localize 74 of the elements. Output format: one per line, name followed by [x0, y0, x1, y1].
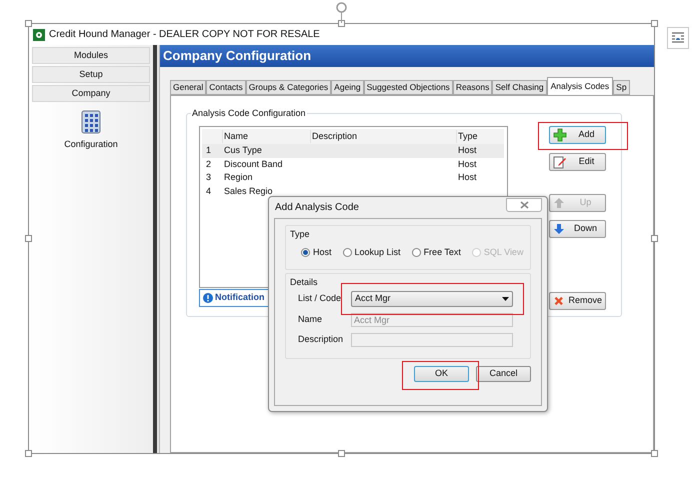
list-code-dropdown[interactable]: Acct Mgr [351, 291, 513, 307]
dropdown-caret-icon [502, 297, 509, 301]
sidebar-section-button[interactable]: Modules [32, 47, 150, 64]
column-header: Name [222, 130, 310, 144]
column-header: Description [310, 130, 456, 144]
table-row[interactable]: 2 Discount Band Host [202, 158, 504, 171]
resize-handle[interactable] [651, 450, 658, 457]
table-cell-text: Region [223, 171, 254, 184]
action-button[interactable]: Remove [549, 292, 606, 310]
tab[interactable]: Contacts [206, 80, 246, 95]
resize-handle[interactable] [651, 235, 658, 242]
tab[interactable]: Sp [613, 80, 630, 95]
resize-handle[interactable] [25, 20, 32, 27]
close-button[interactable] [506, 198, 542, 212]
action-button[interactable]: Edit [549, 153, 606, 171]
resize-handle[interactable] [338, 450, 345, 457]
table-cell-text: Discount Band [223, 158, 284, 170]
field-label: Name [298, 312, 324, 326]
tab[interactable]: Reasons [452, 80, 492, 95]
notepad-pencil-icon [553, 155, 567, 169]
tab[interactable]: Analysis Codes [546, 77, 614, 95]
action-button[interactable]: Down [549, 220, 606, 238]
row-number: 2 [205, 158, 212, 170]
resize-handle[interactable] [25, 450, 32, 457]
table-cell-text: Host [457, 158, 478, 170]
field-label: List / Code [298, 292, 342, 306]
table-cell-text: Host [457, 171, 478, 184]
tab[interactable]: General [170, 80, 206, 95]
table-row[interactable]: 4 Sales Regio [202, 184, 504, 198]
info-icon [203, 293, 213, 303]
tab[interactable]: Ageing [331, 80, 364, 95]
type-radio[interactable]: Host [301, 246, 332, 260]
up-arrow-icon [553, 197, 565, 209]
row-number: 1 [205, 144, 212, 157]
field-label: Description [298, 332, 344, 346]
tab[interactable]: Suggested Objections [364, 80, 453, 95]
down-arrow-icon [553, 223, 565, 235]
rotate-handle-icon[interactable] [335, 1, 348, 23]
tab[interactable]: Groups & Categories [246, 80, 332, 95]
close-icon [520, 200, 528, 208]
tab[interactable]: Self Chasing [492, 80, 547, 95]
resize-handle[interactable] [338, 20, 345, 27]
page-title: Company Configuration [163, 47, 312, 66]
text-wrap-icon [671, 32, 685, 44]
table-cell-text: Sales Regio [223, 184, 274, 198]
description-field[interactable] [351, 332, 513, 346]
group-title: Analysis Code Configuration [191, 107, 307, 119]
layout-options-button[interactable] [667, 27, 689, 49]
sidebar-section-button[interactable]: Company [32, 85, 150, 102]
resize-handle[interactable] [651, 20, 658, 27]
sidebar-item[interactable]: Configuration [32, 110, 150, 152]
cross-icon [553, 294, 564, 308]
group-title: Details [290, 276, 318, 289]
window-title: Credit Hound Manager - DEALER COPY NOT FOR RESALE [49, 28, 320, 42]
cancel-button[interactable]: Cancel [476, 366, 531, 382]
table-cell-text: Host [457, 144, 478, 157]
row-number: 3 [205, 171, 212, 184]
type-radio[interactable]: Lookup List [342, 246, 401, 260]
building-icon [81, 110, 101, 134]
dialog-title: Add Analysis Code [275, 201, 359, 215]
ok-button[interactable]: OK [414, 366, 469, 382]
type-radio[interactable]: Free Text [412, 246, 461, 260]
table-row[interactable]: 1 Cus Type Host [202, 144, 504, 158]
row-number: 4 [205, 184, 212, 198]
app-logo-icon [33, 28, 45, 40]
notification-button[interactable]: Notification [199, 289, 269, 307]
sidebar-section-button[interactable]: Setup [32, 66, 150, 83]
table-row[interactable]: 3 Region Host [202, 171, 504, 184]
table-cell-text: Cus Type [223, 144, 263, 157]
action-button[interactable]: Add [549, 126, 606, 144]
plus-icon [553, 128, 567, 142]
group-title: Type [290, 228, 310, 241]
column-header: Type [456, 130, 504, 144]
resize-handle[interactable] [25, 235, 32, 242]
